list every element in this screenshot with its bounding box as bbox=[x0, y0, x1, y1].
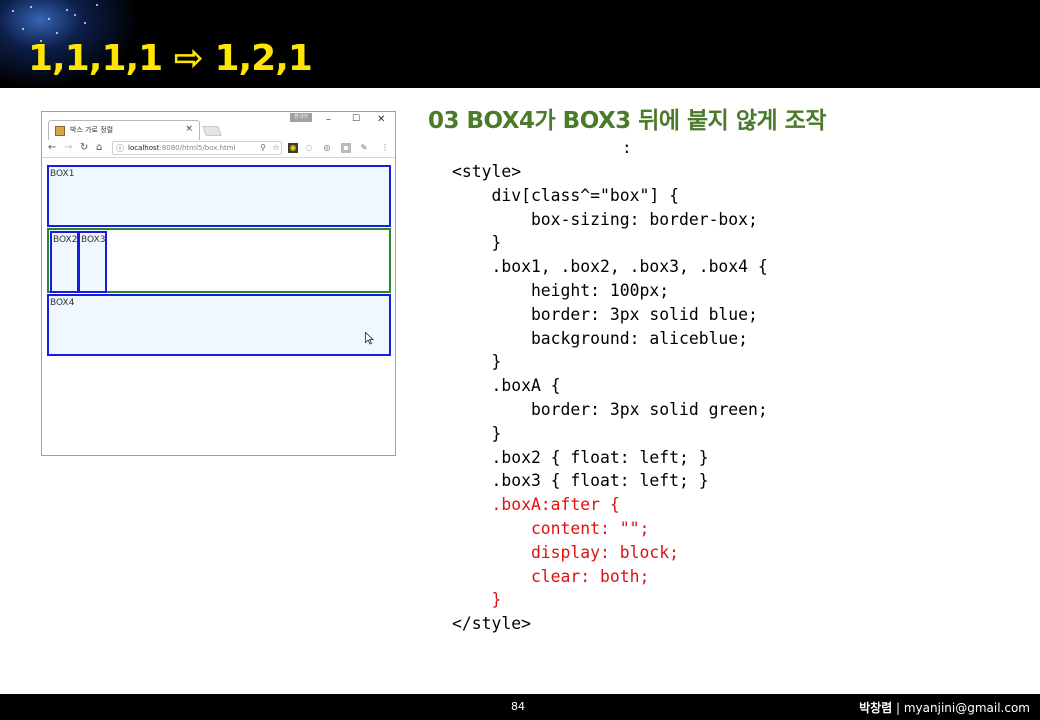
code-line: } bbox=[452, 423, 502, 443]
author-separator: | bbox=[892, 701, 904, 715]
address-bar[interactable]: ⓘ localhost:8080/html5/box.html bbox=[112, 141, 282, 155]
demo-box4: BOX4 bbox=[47, 294, 391, 356]
box1-label: BOX1 bbox=[50, 169, 75, 179]
code-line: </style> bbox=[452, 614, 531, 634]
code-line: .boxA:after { bbox=[452, 495, 620, 515]
info-icon[interactable]: ⓘ bbox=[116, 143, 124, 154]
code-line: background: aliceblue; bbox=[452, 328, 749, 348]
minimize-button[interactable]: – bbox=[326, 114, 331, 125]
colon-mark: : bbox=[622, 138, 632, 157]
back-arrow-icon[interactable]: ← bbox=[48, 142, 56, 153]
code-line: <style> bbox=[452, 162, 522, 181]
extension-icon[interactable]: ✎ bbox=[359, 143, 369, 153]
slide-footer: 84 박창렴 | myanjini@gmail.com bbox=[0, 694, 1040, 720]
slide: 1,1,1,1 ⇨ 1,2,1 박스 가로 정렬 × 한국어 – ☐ ✕ ← →… bbox=[0, 0, 1040, 720]
author-credit: 박창렴 | myanjini@gmail.com bbox=[859, 699, 1030, 716]
code-line: } bbox=[452, 233, 502, 253]
page-number: 84 bbox=[511, 700, 525, 713]
bookmark-star-icon[interactable]: ☆ bbox=[271, 143, 281, 153]
code-line: .box3 { float: left; } bbox=[452, 471, 709, 491]
url-text: localhost:8080/html5/box.html bbox=[128, 144, 236, 152]
slide-header: 1,1,1,1 ⇨ 1,2,1 bbox=[0, 0, 1040, 88]
tab-close-icon[interactable]: × bbox=[185, 124, 193, 134]
code-line: box-sizing: border-box; bbox=[452, 209, 758, 229]
box3-label: BOX3 bbox=[81, 235, 106, 245]
author-name: 박창렴 bbox=[859, 701, 893, 715]
code-line: border: 3px solid green; bbox=[452, 399, 768, 419]
favicon-icon bbox=[55, 126, 65, 136]
code-line: .boxA { bbox=[452, 376, 561, 396]
section-title: 03 BOX4가 BOX3 뒤에 붙지 않게 조작 bbox=[428, 108, 827, 134]
browser-window: 박스 가로 정렬 × 한국어 – ☐ ✕ ← → ↻ ⌂ ⓘ localhost… bbox=[41, 111, 396, 456]
code-line: clear: both; bbox=[452, 566, 650, 586]
browser-tabbar: 박스 가로 정렬 × 한국어 – ☐ ✕ bbox=[42, 112, 395, 140]
home-icon[interactable]: ⌂ bbox=[96, 142, 102, 153]
new-tab-button[interactable] bbox=[202, 126, 222, 136]
code-line: } bbox=[452, 352, 502, 372]
language-badge: 한국어 bbox=[290, 113, 312, 122]
extension-icon[interactable]: ◎ bbox=[322, 143, 332, 153]
reload-icon[interactable]: ↻ bbox=[80, 142, 88, 153]
box2-label: BOX2 bbox=[53, 235, 78, 245]
demo-box1: BOX1 bbox=[47, 165, 391, 227]
extension-icon[interactable]: ▪ bbox=[341, 143, 351, 153]
code-line: content: ""; bbox=[452, 518, 650, 538]
author-email: myanjini@gmail.com bbox=[903, 701, 1030, 715]
zoom-icon[interactable]: ⚲ bbox=[258, 143, 268, 153]
code-line: .box2 { float: left; } bbox=[452, 447, 709, 467]
tab-title: 박스 가로 정렬 bbox=[70, 126, 114, 134]
code-line: border: 3px solid blue; bbox=[452, 304, 758, 324]
browser-tab[interactable]: 박스 가로 정렬 × bbox=[48, 120, 200, 140]
box4-label: BOX4 bbox=[50, 298, 75, 308]
browser-toolbar: ← → ↻ ⌂ ⓘ localhost:8080/html5/box.html … bbox=[42, 140, 395, 158]
code-line: .box1, .box2, .box3, .box4 { bbox=[452, 257, 768, 277]
maximize-button[interactable]: ☐ bbox=[352, 114, 360, 124]
menu-kebab-icon[interactable]: ⋮ bbox=[380, 143, 390, 153]
code-line: height: 100px; bbox=[452, 280, 670, 300]
code-line: display: block; bbox=[452, 542, 679, 562]
demo-boxA: BOX2 BOX3 bbox=[47, 228, 391, 293]
browser-viewport: BOX1 BOX2 BOX3 BOX4 bbox=[42, 159, 395, 455]
slide-title: 1,1,1,1 ⇨ 1,2,1 bbox=[28, 38, 313, 79]
forward-arrow-icon[interactable]: → bbox=[64, 142, 72, 153]
code-line: } bbox=[452, 590, 502, 610]
extension-icon[interactable]: ◉ bbox=[288, 143, 298, 153]
extension-icon[interactable]: ◌ bbox=[304, 143, 314, 153]
code-line: div[class^="box"] { bbox=[452, 185, 679, 205]
code-block: <style> div[class^="box"] { box-sizing: … bbox=[452, 160, 768, 636]
close-window-button[interactable]: ✕ bbox=[377, 114, 385, 125]
demo-box2: BOX2 bbox=[50, 231, 79, 293]
mouse-cursor-icon bbox=[365, 332, 374, 345]
demo-box3: BOX3 bbox=[78, 231, 107, 293]
